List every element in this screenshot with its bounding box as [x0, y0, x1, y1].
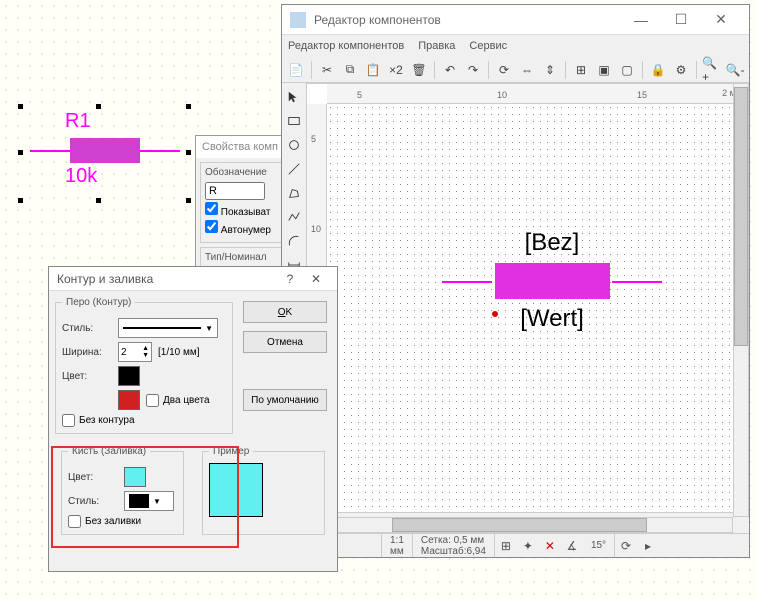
highlight-annotation [51, 446, 239, 548]
resistor-wire-left [30, 150, 70, 152]
zoom-out-icon[interactable]: 🔍- [725, 60, 745, 80]
selection-handle[interactable] [18, 150, 23, 155]
maximize-button[interactable]: ☐ [661, 11, 701, 28]
canvas-grid[interactable]: [Bez] [Wert] [327, 104, 748, 512]
editor-titlebar[interactable]: Редактор компонентов — ☐ ✕ [282, 5, 749, 35]
undo-icon[interactable]: ↶ [440, 60, 460, 80]
component-top-label[interactable]: [Bez] [442, 229, 662, 257]
cancel-button[interactable]: Отмена [243, 331, 327, 353]
chevron-right-icon[interactable]: ▸ [637, 539, 659, 553]
editor-canvas[interactable]: 5 10 15 2 мм 5 10 15 [Bez] [Wert] [306, 83, 749, 513]
dialog-title: Контур и заливка [57, 272, 277, 286]
arc-tool-icon[interactable] [284, 231, 304, 251]
flip-v-icon[interactable]: ⇕ [540, 60, 560, 80]
resistor-designator[interactable]: R1 [65, 110, 91, 133]
minimize-button[interactable]: — [621, 12, 661, 28]
menu-service[interactable]: Сервис [469, 40, 507, 52]
cut-icon[interactable]: ✂ [317, 60, 337, 80]
selection-handle[interactable] [18, 198, 23, 203]
menu-edit[interactable]: Правка [418, 40, 455, 52]
selection-handle[interactable] [186, 198, 191, 203]
new-icon[interactable]: 📄 [286, 60, 306, 80]
vertical-scrollbar[interactable] [733, 83, 749, 517]
rotate-status-icon[interactable]: ⟳ [615, 539, 637, 553]
polygon-tool-icon[interactable] [284, 183, 304, 203]
origin-marker [492, 311, 498, 317]
zoom-in-icon[interactable]: 🔍+ [702, 60, 722, 80]
two-colors-checkbox[interactable]: Два цвета [146, 394, 210, 407]
back-icon[interactable]: ▢ [617, 60, 637, 80]
polyline-tool-icon[interactable] [284, 207, 304, 227]
pen-color-swatch[interactable] [118, 366, 140, 386]
close-button[interactable]: ✕ [701, 11, 741, 28]
help-button[interactable]: ? [277, 272, 303, 286]
redo-icon[interactable]: ↷ [463, 60, 483, 80]
front-icon[interactable]: ▣ [594, 60, 614, 80]
line-tool-icon[interactable] [284, 159, 304, 179]
copy-icon[interactable]: ⧉ [340, 60, 360, 80]
horizontal-scrollbar[interactable] [306, 517, 733, 533]
settings-icon[interactable]: ⚙ [671, 60, 691, 80]
component-body[interactable] [495, 263, 610, 299]
schematic-resistor[interactable]: R1 10k [20, 110, 190, 210]
group-icon[interactable]: ⊞ [571, 60, 591, 80]
component-wire-right [612, 281, 662, 283]
status-angle: 15° [583, 534, 615, 557]
pen-style-combo[interactable]: ▼ [118, 318, 218, 338]
resistor-value[interactable]: 10k [65, 165, 97, 188]
menubar: Редактор компонентов Правка Сервис [282, 35, 749, 57]
pointer-tool-icon[interactable] [284, 87, 304, 107]
editor-title-text: Редактор компонентов [314, 13, 621, 27]
selection-handle[interactable] [96, 104, 101, 109]
contour-fill-dialog: Контур и заливка ? ✕ OOKK Отмена По умол… [48, 266, 338, 572]
component-wire-left [442, 281, 492, 283]
rotate-icon[interactable]: ⟳ [494, 60, 514, 80]
selection-handle[interactable] [186, 104, 191, 109]
status-grid-scale: Сетка: 0,5 ммМасштаб:6,94 [413, 534, 495, 557]
snap-icon[interactable]: ✦ [517, 539, 539, 553]
selection-handle[interactable] [18, 104, 23, 109]
rect-tool-icon[interactable] [284, 111, 304, 131]
designator-input[interactable] [205, 182, 265, 200]
circle-tool-icon[interactable] [284, 135, 304, 155]
status-ratio: 1:1мм [382, 534, 413, 557]
ruler-horizontal: 5 10 15 2 мм [327, 84, 748, 104]
component-bottom-label[interactable]: [Wert] [442, 305, 662, 333]
lock-icon[interactable]: 🔒 [648, 60, 668, 80]
grid-icon[interactable]: ⊞ [495, 539, 517, 553]
selection-handle[interactable] [96, 198, 101, 203]
app-icon [290, 12, 306, 28]
dialog-close-button[interactable]: ✕ [303, 272, 329, 286]
resistor-wire-right [140, 150, 180, 152]
menu-components[interactable]: Редактор компонентов [288, 40, 404, 52]
default-button[interactable]: По умолчанию [243, 389, 327, 411]
delete-icon[interactable]: 🗑 [409, 60, 429, 80]
paste-icon[interactable]: 📋 [363, 60, 383, 80]
dialog-titlebar[interactable]: Контур и заливка ? ✕ [49, 267, 337, 291]
flip-h-icon[interactable]: ⇔ [517, 60, 537, 80]
pen-group: Перо (Контур) Стиль: ▼ Ширина: 2▲▼ [1/10… [55, 297, 233, 434]
no-contour-checkbox[interactable]: Без контура [62, 414, 226, 427]
component-preview[interactable]: [Bez] [Wert] [442, 229, 662, 333]
ok-button[interactable]: OOKK [243, 301, 327, 323]
toolbar: 📄 ✂ ⧉ 📋 ×2 🗑 ↶ ↷ ⟳ ⇔ ⇕ ⊞ ▣ ▢ 🔒 ⚙ 🔍+ 🔍- [282, 57, 749, 83]
statusbar: 1:1мм Сетка: 0,5 ммМасштаб:6,94 ⊞ ✦ ✕ ∡ … [282, 533, 749, 557]
component-editor-window: Редактор компонентов — ☐ ✕ Редактор комп… [281, 4, 750, 558]
pen-width-spin[interactable]: 2▲▼ [118, 342, 152, 362]
duplicate-icon[interactable]: ×2 [386, 60, 406, 80]
angle-icon[interactable]: ∡ [561, 539, 583, 553]
pen-color2-swatch[interactable] [118, 390, 140, 410]
resistor-body[interactable] [70, 138, 140, 163]
connections-icon[interactable]: ✕ [539, 539, 561, 553]
selection-handle[interactable] [186, 150, 191, 155]
